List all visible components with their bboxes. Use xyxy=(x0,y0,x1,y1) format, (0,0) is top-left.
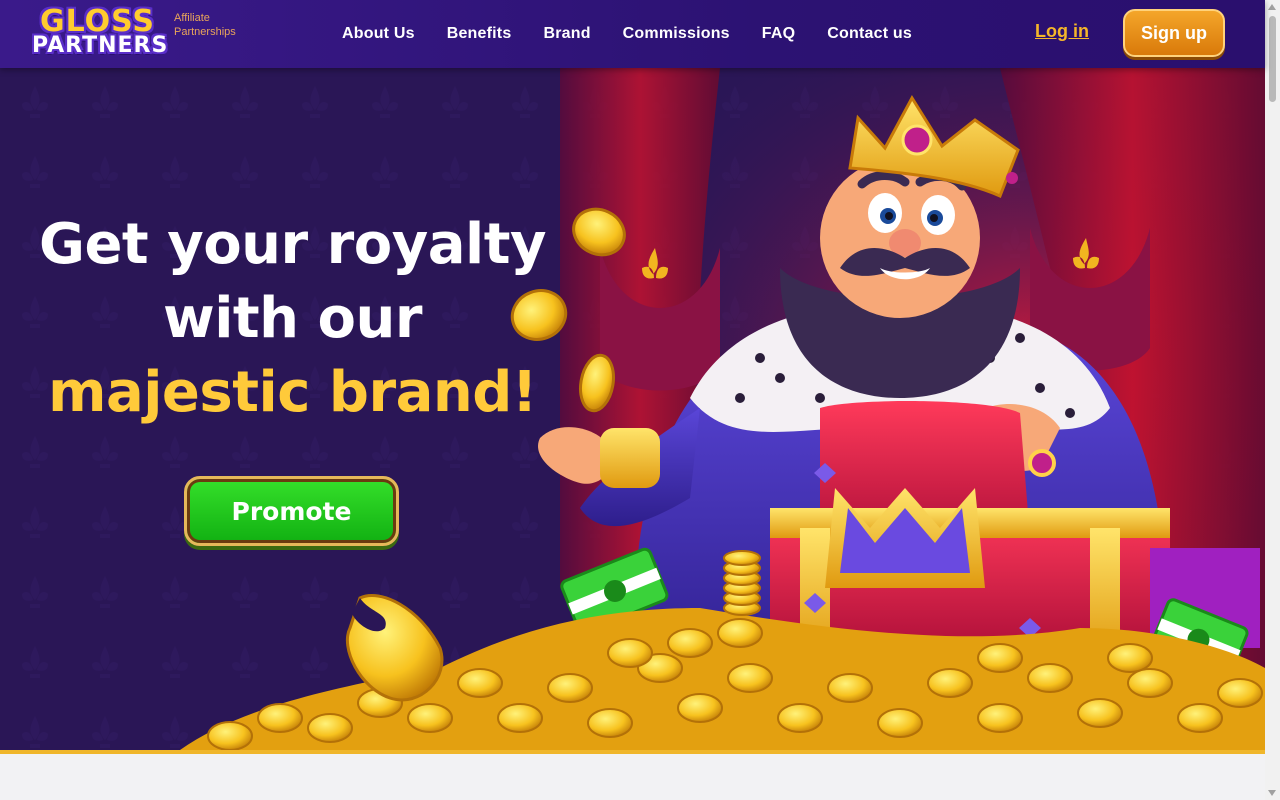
hero-headline: Get your royalty with our majestic brand… xyxy=(0,208,585,430)
tagline-line2: Partnerships xyxy=(174,26,236,38)
site-header: GLOSS PARTNERS Affiliate Partnerships Ab… xyxy=(0,0,1265,68)
scroll-up-arrow-icon[interactable] xyxy=(1268,4,1276,10)
logo-bottom-word: PARTNERS xyxy=(32,33,169,58)
tagline-line1: Affiliate xyxy=(174,12,210,24)
nav-commissions[interactable]: Commissions xyxy=(623,25,730,43)
nav-faq[interactable]: FAQ xyxy=(762,25,796,43)
headline-line2: with our xyxy=(162,286,423,351)
headline-line1: Get your royalty xyxy=(38,212,547,277)
nav-benefits[interactable]: Benefits xyxy=(447,25,512,43)
hero-banner: Get your royalty with our majestic brand… xyxy=(0,68,1265,750)
signup-button[interactable]: Sign up xyxy=(1123,9,1225,57)
login-link[interactable]: Log in xyxy=(1035,21,1089,42)
main-nav: About Us Benefits Brand Commissions FAQ … xyxy=(342,0,944,68)
scroll-down-arrow-icon[interactable] xyxy=(1268,790,1276,796)
hero-bottom-border xyxy=(0,750,1265,754)
nav-about-us[interactable]: About Us xyxy=(342,25,415,43)
logo-tagline: Affiliate Partnerships xyxy=(174,11,236,39)
page-scrollbar[interactable] xyxy=(1265,0,1280,800)
nav-brand[interactable]: Brand xyxy=(543,25,590,43)
headline-line3: majestic brand! xyxy=(48,360,537,425)
nav-contact-us[interactable]: Contact us xyxy=(827,25,912,43)
scroll-thumb[interactable] xyxy=(1269,16,1276,102)
logo[interactable]: GLOSS PARTNERS xyxy=(32,7,170,61)
promote-button[interactable]: Promote xyxy=(184,476,399,546)
